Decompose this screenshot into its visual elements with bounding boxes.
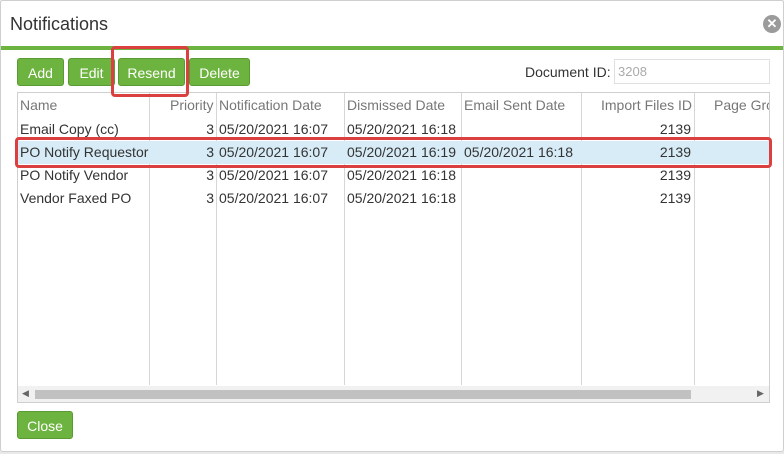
cell-notification-date: 05/20/2021 16:07 bbox=[219, 190, 328, 206]
cell-name: PO Notify Vendor bbox=[20, 167, 129, 183]
scroll-left-icon[interactable]: ◀ bbox=[22, 388, 29, 399]
add-button[interactable]: Add bbox=[17, 58, 64, 86]
row-highlight-annotation bbox=[15, 137, 772, 168]
cell-name: Vendor Faxed PO bbox=[20, 190, 132, 206]
dialog-title: Notifications bbox=[10, 14, 109, 34]
scroll-right-icon[interactable]: ▶ bbox=[757, 388, 764, 399]
dialog-title-bar: Notifications ✕ bbox=[1, 1, 783, 47]
column-header-import-files-id[interactable]: Import Files ID bbox=[601, 97, 692, 113]
cell-notification-date: 05/20/2021 16:07 bbox=[219, 167, 328, 183]
notifications-dialog: Notifications ✕ Add Edit Resend Delete D… bbox=[0, 0, 784, 452]
cell-import-files-id: 2139 bbox=[659, 167, 691, 183]
scrollbar-thumb[interactable] bbox=[35, 390, 691, 399]
cell-notification-date: 05/20/2021 16:07 bbox=[219, 121, 328, 137]
cell-name: Email Copy (cc) bbox=[20, 121, 119, 137]
cell-dismissed-date: 05/20/2021 16:18 bbox=[347, 167, 456, 183]
column-header-notification-date[interactable]: Notification Date bbox=[219, 97, 322, 113]
column-header-page-group[interactable]: Page Gro bbox=[714, 97, 769, 113]
cell-import-files-id: 2139 bbox=[659, 121, 691, 137]
cell-priority: 3 bbox=[206, 167, 214, 183]
column-header-name[interactable]: Name bbox=[20, 97, 57, 113]
delete-button[interactable]: Delete bbox=[189, 58, 250, 86]
column-header-email-sent-date[interactable]: Email Sent Date bbox=[464, 97, 565, 113]
cell-priority: 3 bbox=[206, 121, 214, 137]
column-header-dismissed-date[interactable]: Dismissed Date bbox=[347, 97, 445, 113]
cell-dismissed-date: 05/20/2021 16:18 bbox=[347, 121, 456, 137]
cell-dismissed-date: 05/20/2021 16:18 bbox=[347, 190, 456, 206]
document-id-label: Document ID: bbox=[525, 64, 611, 80]
cell-priority: 3 bbox=[206, 190, 214, 206]
resend-highlight-annotation bbox=[111, 46, 189, 97]
table-row[interactable]: Vendor Faxed PO 3 05/20/2021 16:07 05/20… bbox=[18, 187, 769, 210]
column-header-priority[interactable]: Priority bbox=[170, 97, 214, 113]
horizontal-scrollbar[interactable]: ◀ ▶ bbox=[18, 386, 769, 402]
close-icon[interactable]: ✕ bbox=[763, 15, 781, 33]
document-id-field[interactable]: 3208 bbox=[614, 59, 770, 84]
close-button[interactable]: Close bbox=[17, 411, 73, 439]
cell-import-files-id: 2139 bbox=[659, 190, 691, 206]
edit-button[interactable]: Edit bbox=[68, 58, 115, 86]
